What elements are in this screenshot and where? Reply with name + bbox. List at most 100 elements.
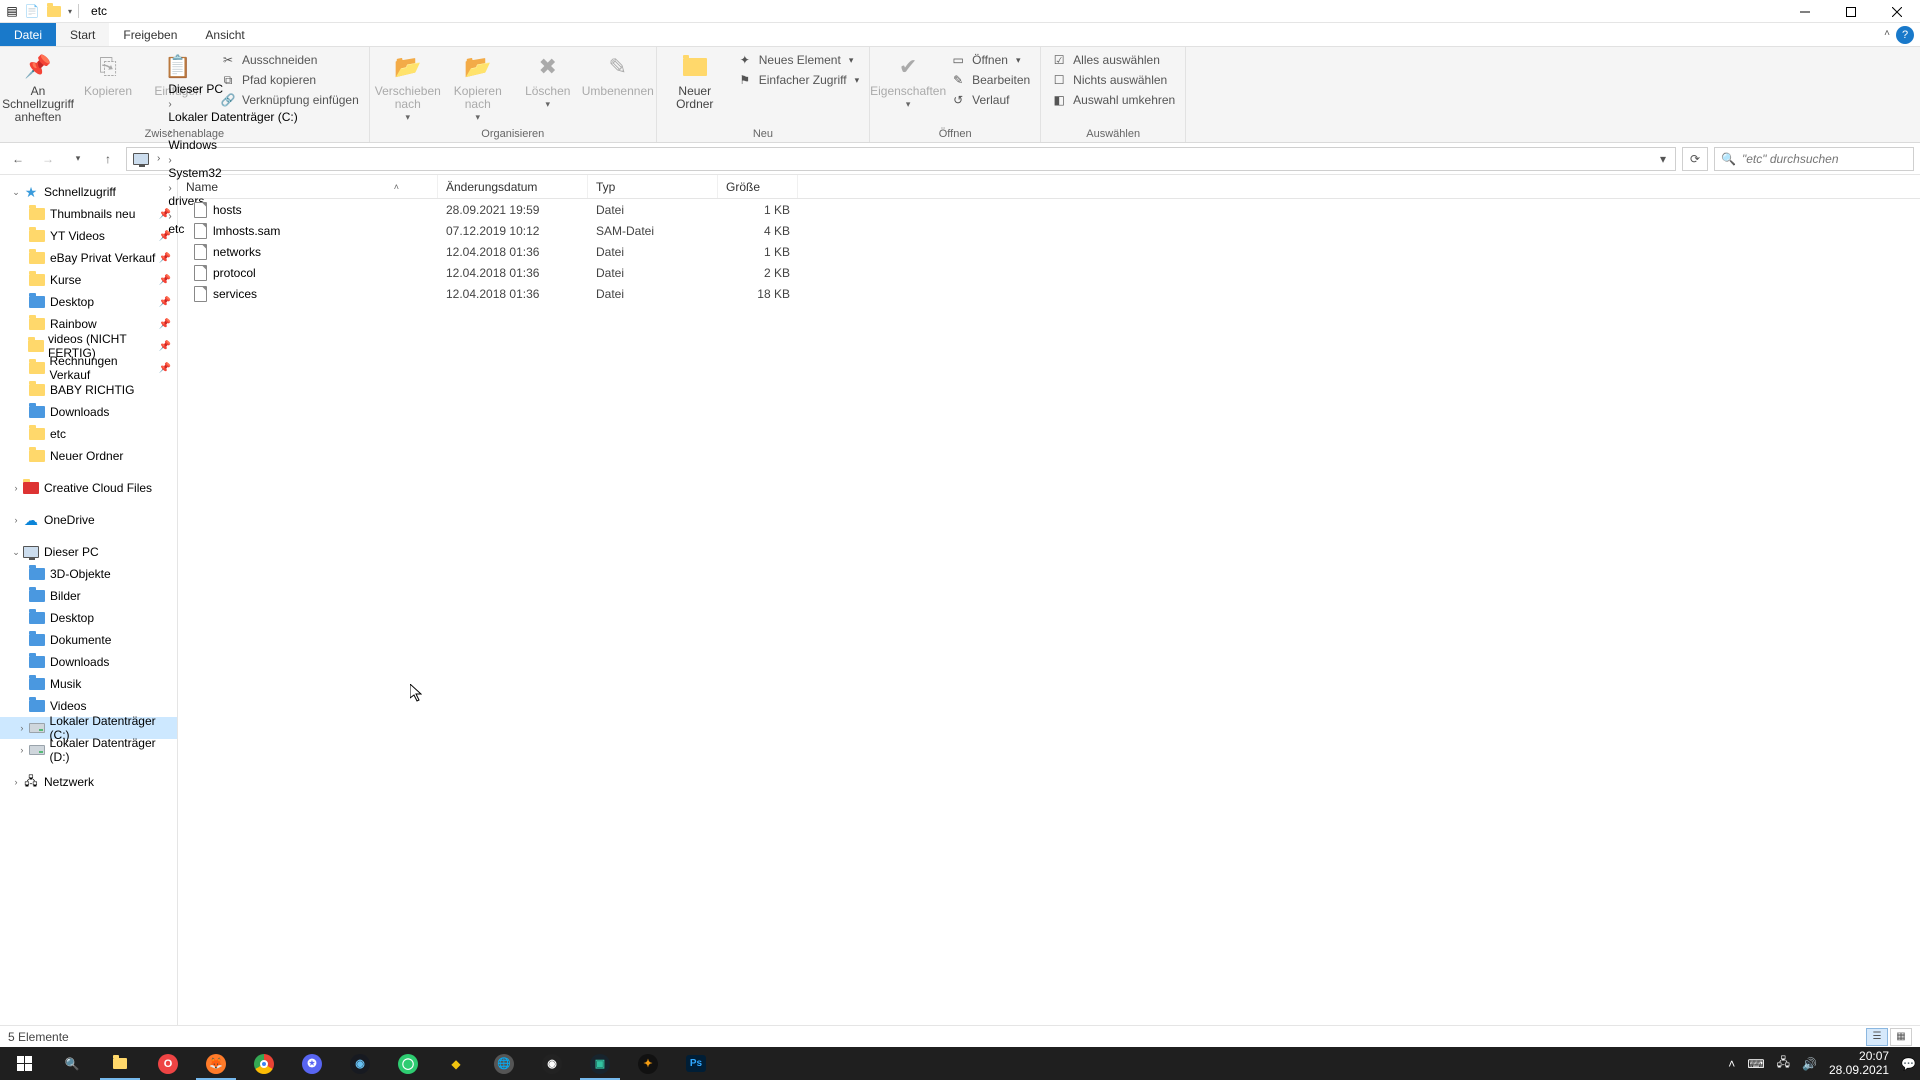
- app-globe-taskbar[interactable]: 🌐: [480, 1047, 528, 1080]
- search-input[interactable]: [1742, 152, 1907, 166]
- select-all-button[interactable]: ☑Alles auswählen: [1049, 51, 1177, 69]
- delete-button[interactable]: ✖Löschen: [518, 51, 578, 110]
- breadcrumb-segment[interactable]: System32: [164, 166, 301, 180]
- sidebar-item[interactable]: Dokumente: [0, 629, 177, 651]
- file-row[interactable]: protocol12.04.2018 01:36Datei2 KB: [178, 262, 1920, 283]
- sidebar-item[interactable]: Kurse📌: [0, 269, 177, 291]
- sidebar-item[interactable]: Rechnungen Verkauf📌: [0, 357, 177, 379]
- sidebar-this-pc[interactable]: ⌄ Dieser PC: [0, 541, 177, 563]
- sidebar-creative-cloud[interactable]: › Creative Cloud Files: [0, 477, 177, 499]
- minimize-button[interactable]: [1782, 0, 1828, 23]
- tray-network-icon[interactable]: 🖧: [1777, 1053, 1790, 1074]
- breadcrumb-segment[interactable]: etc: [164, 222, 301, 236]
- search-box[interactable]: 🔍: [1714, 147, 1914, 171]
- tab-view[interactable]: Ansicht: [191, 23, 258, 46]
- tab-file[interactable]: Datei: [0, 23, 56, 46]
- folder-qat-icon[interactable]: [46, 3, 62, 19]
- breadcrumb-segment[interactable]: Dieser PC: [164, 82, 301, 96]
- tray-clock[interactable]: 20:07 28.09.2021: [1829, 1050, 1889, 1076]
- chevron-right-icon[interactable]: ›: [153, 153, 164, 164]
- cut-button[interactable]: ✂Ausschneiden: [218, 51, 361, 69]
- new-item-button[interactable]: ✦Neues Element▾: [735, 51, 861, 69]
- photoshop-taskbar[interactable]: Ps: [672, 1047, 720, 1080]
- sidebar-quick-access[interactable]: ⌄ ★ Schnellzugriff: [0, 181, 177, 203]
- search-taskbar-button[interactable]: 🔍: [48, 1047, 96, 1080]
- sidebar-item[interactable]: Downloads: [0, 401, 177, 423]
- sidebar-item[interactable]: eBay Privat Verkauf📌: [0, 247, 177, 269]
- properties-button[interactable]: ✔Eigenschaften: [878, 51, 938, 110]
- sidebar-item[interactable]: ›Lokaler Datenträger (D:): [0, 739, 177, 761]
- expand-icon[interactable]: ›: [10, 483, 22, 493]
- nav-sidebar[interactable]: ⌄ ★ Schnellzugriff Thumbnails neu📌YT Vid…: [0, 175, 178, 1025]
- file-row[interactable]: lmhosts.sam07.12.2019 10:12SAM-Datei4 KB: [178, 220, 1920, 241]
- obs-taskbar[interactable]: ◉: [528, 1047, 576, 1080]
- maximize-button[interactable]: [1828, 0, 1874, 23]
- expand-icon[interactable]: ⌄: [10, 547, 22, 558]
- breadcrumb-segment[interactable]: drivers: [164, 194, 301, 208]
- rename-button[interactable]: ✎Umbenennen: [588, 51, 648, 98]
- start-button[interactable]: [0, 1047, 48, 1080]
- discord-taskbar[interactable]: ✪: [288, 1047, 336, 1080]
- expand-icon[interactable]: ›: [10, 515, 22, 525]
- sidebar-item[interactable]: Thumbnails neu📌: [0, 203, 177, 225]
- qat-dropdown-icon[interactable]: ▾: [68, 7, 72, 16]
- sidebar-item[interactable]: Downloads: [0, 651, 177, 673]
- steam-taskbar[interactable]: ◉: [336, 1047, 384, 1080]
- address-bar[interactable]: › Dieser PC›Lokaler Datenträger (C:)›Win…: [126, 147, 1676, 171]
- chrome-taskbar[interactable]: [240, 1047, 288, 1080]
- streamlabs-taskbar[interactable]: ▣: [576, 1047, 624, 1080]
- file-row[interactable]: networks12.04.2018 01:36Datei1 KB: [178, 241, 1920, 262]
- back-button[interactable]: ←: [6, 147, 30, 171]
- up-button[interactable]: ↑: [96, 147, 120, 171]
- sidebar-item[interactable]: etc: [0, 423, 177, 445]
- help-icon[interactable]: ?: [1896, 26, 1914, 44]
- expand-icon[interactable]: ›: [16, 723, 28, 733]
- tray-keyboard-icon[interactable]: ⌨: [1747, 1057, 1764, 1071]
- tray-overflow-icon[interactable]: ˄: [1728, 1057, 1735, 1071]
- history-button[interactable]: ↺Verlauf: [948, 91, 1032, 109]
- select-none-button[interactable]: ☐Nichts auswählen: [1049, 71, 1177, 89]
- column-header-date[interactable]: Änderungsdatum: [438, 175, 588, 198]
- address-root-icon[interactable]: [129, 148, 153, 170]
- chevron-right-icon[interactable]: ›: [164, 127, 175, 138]
- opera-taskbar[interactable]: O: [144, 1047, 192, 1080]
- sidebar-item[interactable]: Musik: [0, 673, 177, 695]
- file-rows[interactable]: hosts28.09.2021 19:59Datei1 KBlmhosts.sa…: [178, 199, 1920, 1025]
- file-explorer-taskbar[interactable]: [96, 1047, 144, 1080]
- recent-locations-button[interactable]: ▾: [66, 147, 90, 171]
- new-folder-button[interactable]: Neuer Ordner: [665, 51, 725, 111]
- details-view-button[interactable]: ☰: [1866, 1028, 1888, 1046]
- chevron-right-icon[interactable]: ›: [164, 99, 175, 110]
- sidebar-onedrive[interactable]: › ☁ OneDrive: [0, 509, 177, 531]
- system-menu-icon[interactable]: ▤: [4, 3, 20, 19]
- app-yellow-taskbar[interactable]: ◆: [432, 1047, 480, 1080]
- tab-start[interactable]: Start: [56, 23, 109, 46]
- properties-qat-icon[interactable]: 📄: [24, 3, 40, 19]
- close-button[interactable]: [1874, 0, 1920, 23]
- sidebar-item[interactable]: Desktop📌: [0, 291, 177, 313]
- collapse-ribbon-icon[interactable]: ˄: [1884, 28, 1890, 39]
- large-icons-view-button[interactable]: ▦: [1890, 1028, 1912, 1046]
- easy-access-button[interactable]: ⚑Einfacher Zugriff▾: [735, 71, 861, 89]
- edit-button[interactable]: ✎Bearbeiten: [948, 71, 1032, 89]
- copy-button[interactable]: ⎘ Kopieren: [78, 51, 138, 98]
- breadcrumb-segment[interactable]: Lokaler Datenträger (C:): [164, 110, 301, 124]
- file-row[interactable]: hosts28.09.2021 19:59Datei1 KB: [178, 199, 1920, 220]
- copy-to-button[interactable]: 📂Kopieren nach: [448, 51, 508, 123]
- sidebar-item[interactable]: Desktop: [0, 607, 177, 629]
- move-to-button[interactable]: 📂Verschieben nach: [378, 51, 438, 123]
- tray-volume-icon[interactable]: 🔊: [1802, 1057, 1817, 1071]
- tray-notifications-icon[interactable]: 💬: [1901, 1057, 1916, 1071]
- sidebar-item[interactable]: BABY RICHTIG: [0, 379, 177, 401]
- address-dropdown-button[interactable]: ▾: [1653, 152, 1673, 166]
- sidebar-item[interactable]: 3D-Objekte: [0, 563, 177, 585]
- expand-icon[interactable]: ⌄: [10, 187, 22, 198]
- open-button[interactable]: ▭Öffnen▾: [948, 51, 1032, 69]
- sidebar-network[interactable]: › 🖧 Netzwerk: [0, 771, 177, 793]
- file-row[interactable]: services12.04.2018 01:36Datei18 KB: [178, 283, 1920, 304]
- column-header-size[interactable]: Größe: [718, 175, 798, 198]
- pin-quick-access-button[interactable]: 📌 An Schnellzugriff anheften: [8, 51, 68, 125]
- column-header-type[interactable]: Typ: [588, 175, 718, 198]
- chevron-right-icon[interactable]: ›: [164, 155, 175, 166]
- davinci-taskbar[interactable]: ✦: [624, 1047, 672, 1080]
